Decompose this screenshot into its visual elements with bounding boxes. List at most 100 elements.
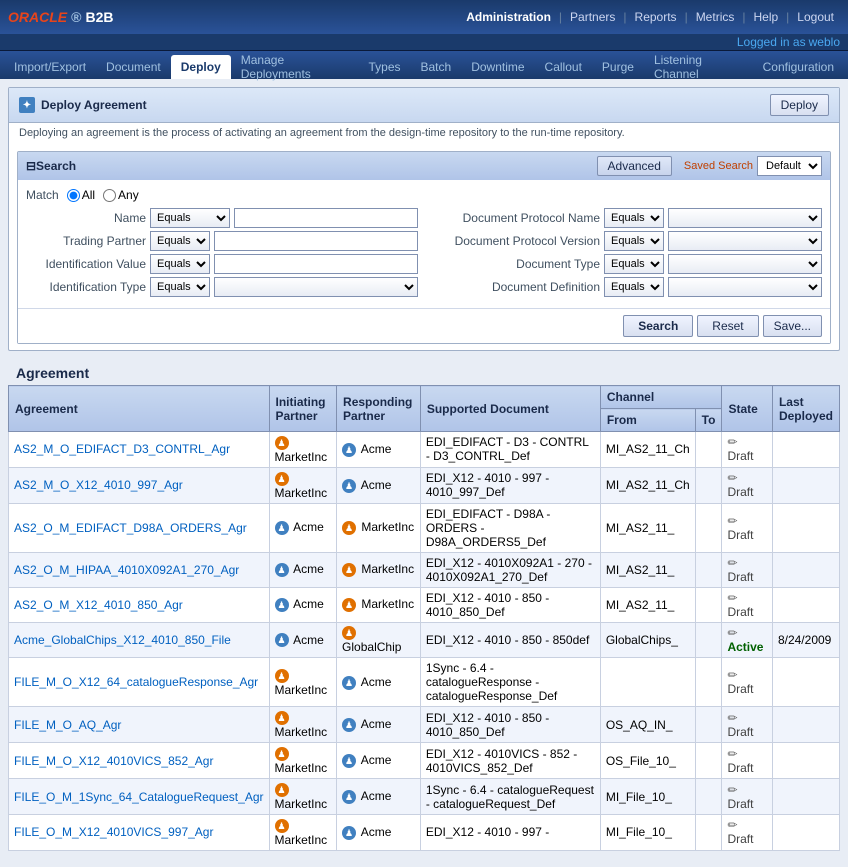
tab-document[interactable]: Document (96, 55, 171, 79)
state-value: Draft (727, 449, 753, 463)
agreement-name-cell: AS2_M_O_EDIFACT_D3_CONTRL_Agr (9, 432, 270, 468)
edit-icon[interactable]: ✏ (727, 514, 737, 528)
doc-protocol-version-operator[interactable]: Equals (604, 231, 664, 251)
search-title[interactable]: ⊟Search (26, 159, 76, 173)
saved-search-select[interactable]: Default (757, 156, 822, 176)
identification-type-label: Identification Type (26, 280, 146, 294)
tab-types[interactable]: Types (358, 55, 410, 79)
tab-batch[interactable]: Batch (411, 55, 462, 79)
doc-definition-operator[interactable]: Equals (604, 277, 664, 297)
channel-from-cell: MI_AS2_11_ (600, 552, 695, 587)
oracle-logo-text: ORACLE (8, 9, 67, 25)
tab-purge[interactable]: Purge (592, 55, 644, 79)
trading-partner-input[interactable] (214, 231, 418, 251)
agreement-link[interactable]: AS2_O_M_X12_4010_850_Agr (14, 598, 183, 612)
save-button[interactable]: Save... (763, 315, 822, 337)
edit-icon[interactable]: ✏ (727, 711, 737, 725)
nav-reports[interactable]: Reports (629, 8, 683, 26)
name-operator[interactable]: EqualsLikeStarts With (150, 208, 230, 228)
last-deployed-cell (772, 432, 839, 468)
state-value: Draft (727, 528, 753, 542)
logo: ORACLE ® B2B (8, 9, 113, 25)
initiating-partner-cell: ♟ Acme (269, 587, 337, 622)
state-cell: ✏ Draft (722, 814, 773, 850)
nav-logout[interactable]: Logout (791, 8, 840, 26)
supported-document-cell: EDI_EDIFACT - D3 - CONTRL - D3_CONTRL_De… (420, 432, 600, 468)
tab-deploy[interactable]: Deploy (171, 55, 231, 79)
agreement-link[interactable]: FILE_M_O_AQ_Agr (14, 718, 121, 732)
agreement-link[interactable]: FILE_O_M_X12_4010VICS_997_Agr (14, 825, 213, 839)
name-input[interactable] (234, 208, 418, 228)
tab-configuration[interactable]: Configuration (753, 55, 844, 79)
init-partner-name: MarketInc (275, 761, 328, 775)
edit-icon[interactable]: ✏ (727, 626, 737, 640)
logged-in-user: weblo (809, 35, 840, 49)
identification-value-operator[interactable]: Equals (150, 254, 210, 274)
tab-manage-deployments[interactable]: Manage Deployments (231, 55, 359, 79)
edit-icon[interactable]: ✏ (727, 591, 737, 605)
table-row: Acme_GlobalChips_X12_4010_850_File ♟ Acm… (9, 622, 840, 658)
initiating-partner-cell: ♟ MarketInc (269, 467, 337, 503)
resp-partner-icon: ♟ (342, 790, 356, 804)
init-partner-icon: ♟ (275, 819, 289, 833)
doc-protocol-name-operator[interactable]: Equals (604, 208, 664, 228)
nav-administration[interactable]: Administration (460, 8, 557, 26)
edit-icon[interactable]: ✏ (727, 471, 737, 485)
reset-button[interactable]: Reset (697, 315, 758, 337)
edit-icon[interactable]: ✏ (727, 435, 737, 449)
edit-icon[interactable]: ✏ (727, 747, 737, 761)
last-deployed-cell: 8/24/2009 (772, 622, 839, 658)
agreement-link[interactable]: AS2_M_O_EDIFACT_D3_CONTRL_Agr (14, 442, 230, 456)
agreement-link[interactable]: AS2_M_O_X12_4010_997_Agr (14, 478, 183, 492)
supported-document-cell: EDI_X12 - 4010 - 997 - (420, 814, 600, 850)
doc-type-operator[interactable]: Equals (604, 254, 664, 274)
agreement-link[interactable]: FILE_M_O_X12_4010VICS_852_Agr (14, 754, 213, 768)
agreement-table: Agreement InitiatingPartner RespondingPa… (8, 385, 840, 851)
identification-type-value[interactable] (214, 277, 418, 297)
edit-icon[interactable]: ✏ (727, 668, 737, 682)
agreement-link[interactable]: FILE_M_O_X12_64_catalogueResponse_Agr (14, 675, 258, 689)
state-value: Draft (727, 485, 753, 499)
doc-type-value[interactable] (668, 254, 822, 274)
channel-from-cell: OS_AQ_IN_ (600, 707, 695, 743)
tab-callout[interactable]: Callout (535, 55, 592, 79)
nav-partners[interactable]: Partners (564, 8, 621, 26)
tab-import-export[interactable]: Import/Export (4, 55, 96, 79)
deploy-button[interactable]: Deploy (770, 94, 829, 116)
agreement-link[interactable]: AS2_O_M_HIPAA_4010X092A1_270_Agr (14, 563, 239, 577)
agreement-link[interactable]: FILE_O_M_1Sync_64_CatalogueRequest_Agr (14, 790, 264, 804)
agreement-name-cell: FILE_M_O_X12_4010VICS_852_Agr (9, 743, 270, 779)
edit-icon[interactable]: ✏ (727, 556, 737, 570)
supported-document-cell: 1Sync - 6.4 - catalogueResponse - catalo… (420, 658, 600, 707)
doc-definition-value[interactable] (668, 277, 822, 297)
identification-type-operator[interactable]: Equals (150, 277, 210, 297)
match-any-radio[interactable] (103, 189, 116, 202)
agreement-link[interactable]: Acme_GlobalChips_X12_4010_850_File (14, 633, 231, 647)
last-deployed-cell (772, 587, 839, 622)
initiating-partner-cell: ♟ MarketInc (269, 658, 337, 707)
top-header: ORACLE ® B2B Administration | Partners |… (0, 0, 848, 34)
nav-metrics[interactable]: Metrics (690, 8, 741, 26)
advanced-button[interactable]: Advanced (597, 156, 672, 176)
edit-icon[interactable]: ✏ (727, 783, 737, 797)
doc-type-label: Document Type (430, 257, 600, 271)
supported-document-cell: EDI_X12 - 4010 - 850 - 850def (420, 622, 600, 658)
last-deployed-cell (772, 658, 839, 707)
tab-listening-channel[interactable]: Listening Channel (644, 55, 753, 79)
state-value: Draft (727, 682, 753, 696)
edit-icon[interactable]: ✏ (727, 818, 737, 832)
col-channel-to: To (695, 409, 722, 432)
doc-protocol-name-value[interactable] (668, 208, 822, 228)
tab-downtime[interactable]: Downtime (461, 55, 534, 79)
trading-partner-operator[interactable]: Equals (150, 231, 210, 251)
identification-value-input[interactable] (214, 254, 418, 274)
match-all-radio[interactable] (67, 189, 80, 202)
table-row: AS2_O_M_X12_4010_850_Agr ♟ Acme ♟ Market… (9, 587, 840, 622)
state-cell: ✏ Draft (722, 587, 773, 622)
responding-partner-cell: ♟ Acme (337, 467, 421, 503)
channel-from-cell: MI_AS2_11_Ch (600, 467, 695, 503)
doc-protocol-version-value[interactable] (668, 231, 822, 251)
nav-help[interactable]: Help (747, 8, 784, 26)
agreement-link[interactable]: AS2_O_M_EDIFACT_D98A_ORDERS_Agr (14, 521, 247, 535)
search-button[interactable]: Search (623, 315, 693, 337)
